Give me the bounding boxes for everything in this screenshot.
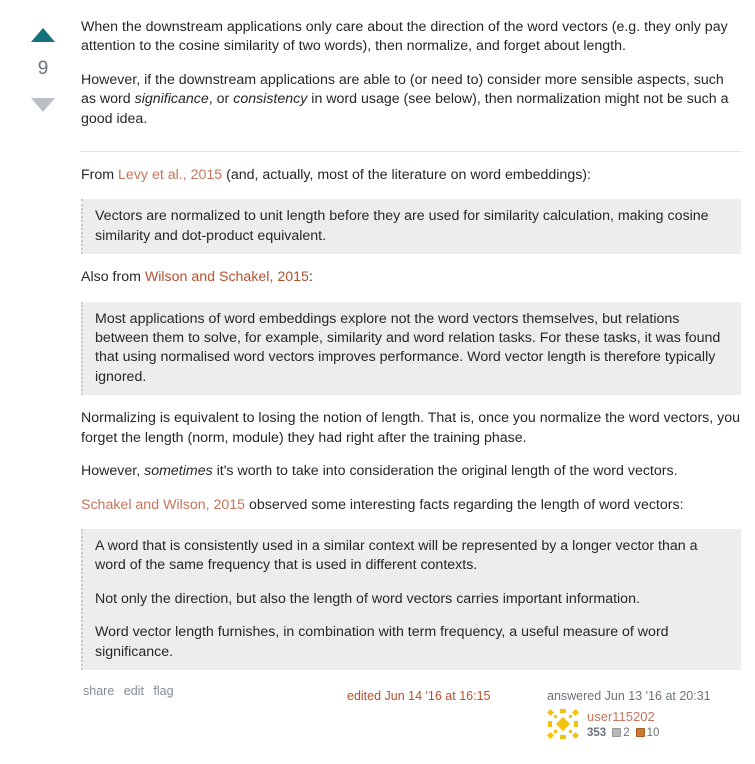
schakel-wilson-2015-link[interactable]: Schakel and Wilson, 2015 <box>81 497 245 513</box>
paragraph-text: : <box>308 269 313 286</box>
paragraph-text: Also from <box>81 269 145 286</box>
bronze-badge-icon <box>635 728 645 737</box>
paragraph-text: it's worth to take into consideration th… <box>212 463 678 480</box>
paragraph-text: (and, actually, most of the literature o… <box>222 167 591 184</box>
arrow-up-icon[interactable] <box>31 28 55 42</box>
quote-text: A word that is consistently used in a si… <box>95 537 698 574</box>
emphasis-text: significance <box>134 91 209 108</box>
answer-body: When the downstream applications only ca… <box>80 18 742 684</box>
paragraph-text: observed some interesting facts regardin… <box>245 496 684 513</box>
paragraph-text: When the downstream applications only ca… <box>81 19 728 55</box>
flag-link[interactable]: flag <box>153 684 173 698</box>
quote-text: Not only the direction, but also the len… <box>95 590 640 607</box>
quote-text: Most applications of word embeddings exp… <box>95 310 721 385</box>
emphasis-text: consistency <box>233 91 308 108</box>
silver-badge-icon <box>612 728 622 737</box>
answer-paragraph: When the downstream applications only ca… <box>81 18 741 57</box>
quote-text: Vectors are normalized to unit length be… <box>95 208 709 244</box>
wilson-schakel-2015-link[interactable]: Wilson and Schakel, 2015 <box>145 269 309 285</box>
answered-timestamp: answered Jun 13 '16 at 20:31 <box>547 689 711 703</box>
identicon-avatar-icon[interactable] <box>547 708 579 740</box>
user-card: user115202 353 2 10 <box>547 708 747 742</box>
blockquote: A word that is consistently used in a si… <box>81 528 741 670</box>
paragraph-text: From <box>81 167 119 184</box>
answer-paragraph: Normalizing is equivalent to losing the … <box>81 409 741 448</box>
blockquote: Most applications of word embeddings exp… <box>81 301 741 396</box>
user-name-link[interactable]: user115202 <box>587 709 655 724</box>
answer-paragraph: From Levy et al., 2015 (and, actually, m… <box>81 166 741 185</box>
paragraph-text: However, <box>81 463 145 480</box>
quote-text: Word vector length furnishes, in combina… <box>95 624 669 660</box>
share-link[interactable]: share <box>83 684 114 698</box>
emphasis-text: sometimes <box>144 463 213 480</box>
answer-paragraph: However, sometimes it's worth to take in… <box>81 462 741 481</box>
vote-panel: 9 <box>30 28 56 112</box>
blockquote: Vectors are normalized to unit length be… <box>81 199 741 255</box>
paragraph-text: Normalizing is equivalent to losing the … <box>81 410 741 446</box>
edited-timestamp[interactable]: edited Jun 14 '16 at 16:15 <box>347 689 490 703</box>
answer-paragraph: However, if the downstream applications … <box>81 71 741 129</box>
levy-2015-link[interactable]: Levy et al., 2015 <box>118 167 222 183</box>
paragraph-text: , or <box>208 91 234 108</box>
edit-link[interactable]: edit <box>124 684 144 698</box>
arrow-down-icon[interactable] <box>31 98 55 112</box>
bronze-badge-count: 10 <box>646 727 660 739</box>
divider <box>80 151 742 153</box>
silver-badge-count: 2 <box>623 727 630 739</box>
vote-count: 9 <box>37 58 49 79</box>
post-footer: share edit flag edited Jun 14 '16 at 16:… <box>81 684 741 754</box>
post-menu: share edit flag <box>83 684 180 698</box>
reputation-score: 353 <box>587 727 607 739</box>
user-stats: 353 2 10 <box>587 727 665 739</box>
answer-paragraph: Schakel and Wilson, 2015 observed some i… <box>81 496 741 515</box>
answer-paragraph: Also from Wilson and Schakel, 2015: <box>81 268 741 287</box>
